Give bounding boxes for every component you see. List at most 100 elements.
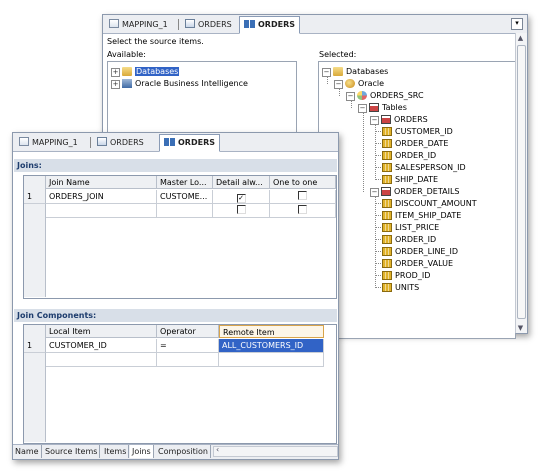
selected-node-order-details[interactable]: − ORDER_DETAILS bbox=[370, 186, 459, 197]
column-icon bbox=[382, 127, 392, 136]
column-node[interactable]: LIST_PRICE bbox=[382, 222, 439, 233]
selected-node-oracle[interactable]: − Oracle bbox=[334, 78, 384, 89]
scroll-left-icon[interactable]: ‹ bbox=[216, 445, 219, 454]
column-header-local-item[interactable]: Local Item bbox=[46, 325, 157, 338]
column-node[interactable]: ITEM_SHIP_DATE bbox=[382, 210, 461, 221]
collapse-icon[interactable]: − bbox=[358, 104, 367, 113]
local-item-cell[interactable] bbox=[46, 353, 157, 367]
column-node[interactable]: ORDER_VALUE bbox=[382, 258, 453, 269]
operator-cell[interactable]: = bbox=[157, 339, 219, 353]
collapse-icon[interactable]: − bbox=[322, 68, 331, 77]
master-location-cell[interactable]: CUSTOME... bbox=[157, 190, 213, 204]
selected-label: Selected: bbox=[319, 50, 357, 59]
column-icon bbox=[382, 163, 392, 172]
table-icon bbox=[381, 187, 391, 196]
tab-source-items[interactable]: Source Items bbox=[43, 445, 101, 458]
model-icon bbox=[357, 91, 367, 100]
available-node-databases[interactable]: + Databases bbox=[111, 66, 180, 77]
tab-orders-datastore[interactable]: ORDERS bbox=[90, 135, 148, 150]
column-icon bbox=[382, 259, 392, 268]
front-tab-bar: MAPPING_1 ORDERS ORDERS bbox=[13, 133, 338, 152]
tab-orders-dataset[interactable]: ORDERS bbox=[239, 16, 300, 34]
detail-always-cell[interactable] bbox=[213, 204, 270, 218]
selected-node-databases[interactable]: − Databases bbox=[322, 66, 388, 77]
tab-items[interactable]: Items bbox=[102, 445, 130, 458]
column-header-master-location[interactable]: Master Lo... bbox=[157, 176, 213, 189]
column-icon bbox=[382, 235, 392, 244]
table-icon bbox=[381, 115, 391, 124]
scroll-thumb[interactable] bbox=[517, 45, 526, 319]
selected-tree[interactable]: − Databases − Oracle − ORDERS_SRC − Tables −… bbox=[318, 61, 516, 339]
scroll-up-icon[interactable]: ▲ bbox=[516, 34, 525, 42]
join-components-table[interactable]: Local Item Operator Remote Item 1 CUSTOM… bbox=[23, 324, 337, 444]
tab-composition[interactable]: Composition bbox=[156, 445, 211, 458]
column-header-detail-always[interactable]: Detail alw... bbox=[213, 176, 270, 189]
column-node[interactable]: ORDER_ID bbox=[382, 150, 436, 161]
tab-joins[interactable]: Joins bbox=[130, 445, 154, 458]
detail-always-checkbox[interactable] bbox=[236, 205, 246, 214]
local-item-cell[interactable]: CUSTOMER_ID bbox=[46, 339, 157, 353]
datastore-icon bbox=[185, 19, 195, 28]
mapping-icon bbox=[109, 19, 119, 28]
column-node[interactable]: ORDER_DATE bbox=[382, 138, 448, 149]
tab-orders-datastore[interactable]: ORDERS bbox=[178, 17, 236, 32]
one-to-one-checkbox[interactable] bbox=[298, 191, 307, 200]
expand-icon[interactable]: + bbox=[111, 80, 120, 89]
column-icon bbox=[382, 139, 392, 148]
selected-node-tables[interactable]: − Tables bbox=[358, 102, 407, 113]
column-node[interactable]: UNITS bbox=[382, 282, 419, 293]
column-node[interactable]: SHIP_DATE bbox=[382, 174, 438, 185]
available-node-obi[interactable]: + Oracle Business Intelligence bbox=[111, 78, 248, 89]
detail-always-checkbox[interactable]: ✓ bbox=[236, 194, 246, 203]
column-node[interactable]: SALESPERSON_ID bbox=[382, 162, 466, 173]
column-header-one-to-one[interactable]: One to one bbox=[270, 176, 336, 189]
column-header-operator[interactable]: Operator bbox=[157, 325, 219, 338]
column-node[interactable]: PROD_ID bbox=[382, 270, 430, 281]
tab-name[interactable]: Name bbox=[13, 445, 42, 458]
one-to-one-cell[interactable] bbox=[270, 190, 336, 204]
join-name-cell[interactable] bbox=[46, 204, 157, 218]
column-icon bbox=[382, 151, 392, 160]
join-name-cell[interactable]: ORDERS_JOIN bbox=[46, 190, 157, 204]
tab-mapping-1[interactable]: MAPPING_1 bbox=[105, 17, 172, 32]
expand-icon[interactable]: + bbox=[111, 68, 120, 77]
collapse-icon[interactable]: − bbox=[346, 92, 355, 101]
collapse-icon[interactable]: − bbox=[370, 188, 379, 197]
column-icon bbox=[382, 199, 392, 208]
joins-table[interactable]: Join Name Master Lo... Detail alw... One… bbox=[23, 175, 337, 299]
master-location-cell[interactable] bbox=[157, 204, 213, 218]
one-to-one-checkbox[interactable] bbox=[298, 205, 307, 214]
column-icon bbox=[382, 283, 392, 292]
horizontal-scrollbar[interactable]: ‹ bbox=[213, 445, 338, 457]
column-node[interactable]: ORDER_ID bbox=[382, 234, 436, 245]
tab-orders-dataset[interactable]: ORDERS bbox=[159, 134, 220, 152]
selected-node-orders-src[interactable]: − ORDERS_SRC bbox=[346, 90, 424, 101]
selected-node-orders[interactable]: − ORDERS bbox=[370, 114, 428, 125]
remote-item-cell[interactable] bbox=[219, 353, 324, 367]
column-node[interactable]: DISCOUNT_AMOUNT bbox=[382, 198, 477, 209]
collapse-icon[interactable]: − bbox=[334, 80, 343, 89]
remote-item-cell[interactable]: ALL_CUSTOMERS_ID bbox=[219, 339, 324, 353]
column-icon bbox=[382, 271, 392, 280]
tab-menu-button[interactable]: ▾ bbox=[511, 18, 523, 30]
folder-icon bbox=[333, 67, 343, 76]
vertical-scrollbar[interactable]: ▲ ▼ bbox=[515, 33, 527, 333]
column-header-join-name[interactable]: Join Name bbox=[46, 176, 157, 189]
column-node[interactable]: ORDER_LINE_ID bbox=[382, 246, 458, 257]
column-node[interactable]: CUSTOMER_ID bbox=[382, 126, 453, 137]
joins-editor-window: MAPPING_1 ORDERS ORDERS Joins: Join Name… bbox=[12, 132, 339, 460]
dataset-icon bbox=[164, 138, 175, 146]
column-header-remote-item[interactable]: Remote Item bbox=[219, 325, 324, 338]
oracle-icon bbox=[345, 79, 355, 88]
datastore-icon bbox=[97, 137, 107, 146]
tables-icon bbox=[369, 103, 379, 112]
operator-cell[interactable] bbox=[157, 353, 219, 367]
scroll-down-icon[interactable]: ▼ bbox=[516, 324, 525, 332]
tab-mapping-1[interactable]: MAPPING_1 bbox=[15, 135, 82, 150]
detail-always-cell[interactable]: ✓ bbox=[213, 190, 270, 204]
one-to-one-cell[interactable] bbox=[270, 204, 336, 218]
collapse-icon[interactable]: − bbox=[370, 116, 379, 125]
obi-icon bbox=[122, 79, 132, 88]
join-components-section-title: Join Components: bbox=[14, 309, 337, 322]
row-number: 1 bbox=[24, 339, 46, 353]
